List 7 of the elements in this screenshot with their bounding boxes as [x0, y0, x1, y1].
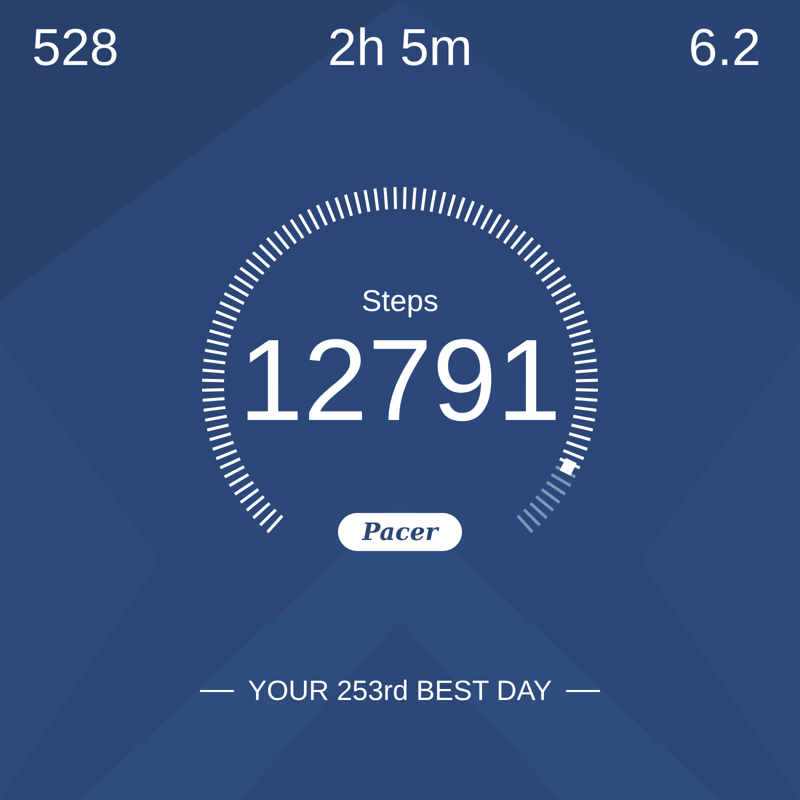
pacer-logo: Pacer — [338, 513, 462, 551]
steps-label: Steps — [360, 285, 440, 319]
stat-value: 528 — [30, 22, 120, 74]
stat-value: 6.2 — [688, 22, 762, 74]
stat-value: 2h 5m — [326, 22, 474, 74]
best-day-text: YOUR 253rd BEST DAY — [248, 675, 552, 707]
remaining-ticks — [516, 465, 576, 534]
